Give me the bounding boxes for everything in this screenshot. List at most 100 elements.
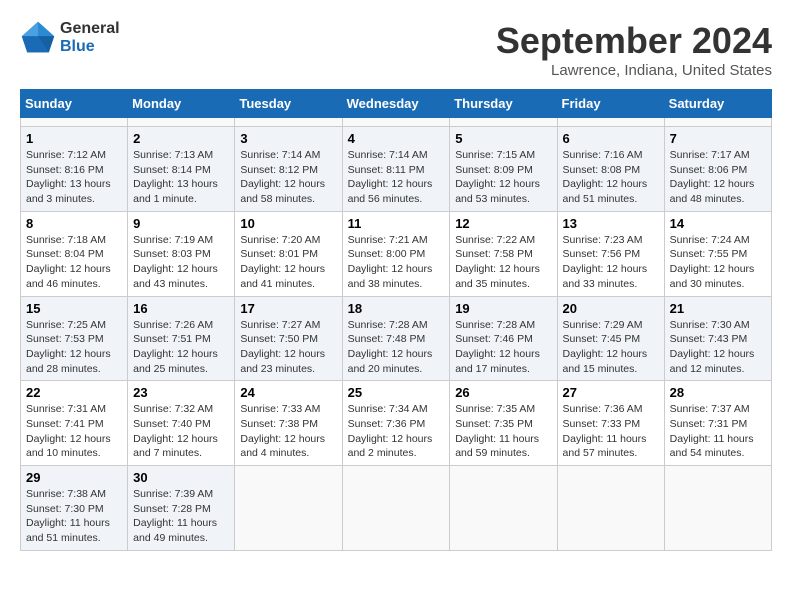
day-info: Sunrise: 7:31 AMSunset: 7:41 PMDaylight:…	[26, 402, 122, 461]
day-info: Sunrise: 7:18 AMSunset: 8:04 PMDaylight:…	[26, 233, 122, 292]
calendar-cell: 13 Sunrise: 7:23 AMSunset: 7:56 PMDayligh…	[557, 211, 664, 296]
day-info: Sunrise: 7:16 AMSunset: 8:08 PMDaylight:…	[563, 148, 659, 207]
day-number: 4	[348, 131, 445, 146]
day-info: Sunrise: 7:20 AMSunset: 8:01 PMDaylight:…	[240, 233, 336, 292]
day-info: Sunrise: 7:25 AMSunset: 7:53 PMDaylight:…	[26, 318, 122, 377]
day-info: Sunrise: 7:24 AMSunset: 7:55 PMDaylight:…	[670, 233, 766, 292]
day-info: Sunrise: 7:39 AMSunset: 7:28 PMDaylight:…	[133, 487, 229, 546]
calendar-cell: 2 Sunrise: 7:13 AMSunset: 8:14 PMDaylight…	[128, 127, 235, 212]
calendar-cell	[128, 118, 235, 127]
day-number: 16	[133, 301, 229, 316]
day-info: Sunrise: 7:12 AMSunset: 8:16 PMDaylight:…	[26, 148, 122, 207]
week-row-3: 8 Sunrise: 7:18 AMSunset: 8:04 PMDaylight…	[21, 211, 772, 296]
day-number: 3	[240, 131, 336, 146]
col-monday: Monday	[128, 90, 235, 118]
day-number: 12	[455, 216, 551, 231]
month-title: September 2024	[496, 20, 772, 62]
calendar-cell	[664, 466, 771, 551]
day-info: Sunrise: 7:34 AMSunset: 7:36 PMDaylight:…	[348, 402, 445, 461]
calendar-cell: 17Sunrise: 7:27 AMSunset: 7:50 PMDayligh…	[235, 296, 342, 381]
calendar-header-row: Sunday Monday Tuesday Wednesday Thursday…	[21, 90, 772, 118]
calendar-cell	[557, 118, 664, 127]
day-info: Sunrise: 7:14 AMSunset: 8:12 PMDaylight:…	[240, 148, 336, 207]
day-number: 24	[240, 385, 336, 400]
day-info: Sunrise: 7:22 AMSunset: 7:58 PMDaylight:…	[455, 233, 551, 292]
day-info: Sunrise: 7:36 AMSunset: 7:33 PMDaylight:…	[563, 402, 659, 461]
week-row-5: 22Sunrise: 7:31 AMSunset: 7:41 PMDayligh…	[21, 381, 772, 466]
calendar-cell: 20 Sunrise: 7:29 AMSunset: 7:45 PMDayligh…	[557, 296, 664, 381]
calendar-cell	[342, 466, 450, 551]
day-number: 10	[240, 216, 336, 231]
day-number: 7	[670, 131, 766, 146]
col-friday: Friday	[557, 90, 664, 118]
day-info: Sunrise: 7:21 AMSunset: 8:00 PMDaylight:…	[348, 233, 445, 292]
calendar-cell: 26 Sunrise: 7:35 AMSunset: 7:35 PMDayligh…	[450, 381, 557, 466]
week-row-4: 15 Sunrise: 7:25 AMSunset: 7:53 PMDayligh…	[21, 296, 772, 381]
day-info: Sunrise: 7:30 AMSunset: 7:43 PMDaylight:…	[670, 318, 766, 377]
col-wednesday: Wednesday	[342, 90, 450, 118]
day-number: 29	[26, 470, 122, 485]
calendar-cell: 24 Sunrise: 7:33 AMSunset: 7:38 PMDayligh…	[235, 381, 342, 466]
calendar-cell: 27Sunrise: 7:36 AMSunset: 7:33 PMDayligh…	[557, 381, 664, 466]
calendar-cell: 23Sunrise: 7:32 AMSunset: 7:40 PMDayligh…	[128, 381, 235, 466]
calendar-cell: 19 Sunrise: 7:28 AMSunset: 7:46 PMDayligh…	[450, 296, 557, 381]
calendar-cell: 25 Sunrise: 7:34 AMSunset: 7:36 PMDayligh…	[342, 381, 450, 466]
week-row-6: 29 Sunrise: 7:38 AMSunset: 7:30 PMDayligh…	[21, 466, 772, 551]
calendar-cell	[664, 118, 771, 127]
day-number: 6	[563, 131, 659, 146]
day-number: 26	[455, 385, 551, 400]
calendar-cell: 3 Sunrise: 7:14 AMSunset: 8:12 PMDaylight…	[235, 127, 342, 212]
day-info: Sunrise: 7:28 AMSunset: 7:48 PMDaylight:…	[348, 318, 445, 377]
day-info: Sunrise: 7:29 AMSunset: 7:45 PMDaylight:…	[563, 318, 659, 377]
calendar-cell: 15 Sunrise: 7:25 AMSunset: 7:53 PMDayligh…	[21, 296, 128, 381]
calendar-cell: 14 Sunrise: 7:24 AMSunset: 7:55 PMDayligh…	[664, 211, 771, 296]
calendar-cell: 16Sunrise: 7:26 AMSunset: 7:51 PMDayligh…	[128, 296, 235, 381]
col-saturday: Saturday	[664, 90, 771, 118]
calendar-cell: 6 Sunrise: 7:16 AMSunset: 8:08 PMDaylight…	[557, 127, 664, 212]
day-number: 17	[240, 301, 336, 316]
day-number: 5	[455, 131, 551, 146]
day-number: 2	[133, 131, 229, 146]
calendar-cell: 28 Sunrise: 7:37 AMSunset: 7:31 PMDayligh…	[664, 381, 771, 466]
day-number: 20	[563, 301, 659, 316]
day-info: Sunrise: 7:28 AMSunset: 7:46 PMDaylight:…	[455, 318, 551, 377]
col-thursday: Thursday	[450, 90, 557, 118]
calendar-cell: 8 Sunrise: 7:18 AMSunset: 8:04 PMDaylight…	[21, 211, 128, 296]
calendar-cell	[450, 466, 557, 551]
day-info: Sunrise: 7:23 AMSunset: 7:56 PMDaylight:…	[563, 233, 659, 292]
logo: General Blue	[20, 20, 120, 56]
calendar-cell: 30 Sunrise: 7:39 AMSunset: 7:28 PMDayligh…	[128, 466, 235, 551]
calendar-cell	[557, 466, 664, 551]
day-info: Sunrise: 7:19 AMSunset: 8:03 PMDaylight:…	[133, 233, 229, 292]
day-number: 28	[670, 385, 766, 400]
day-number: 25	[348, 385, 445, 400]
calendar-cell: 29 Sunrise: 7:38 AMSunset: 7:30 PMDayligh…	[21, 466, 128, 551]
calendar-cell: 21Sunrise: 7:30 AMSunset: 7:43 PMDayligh…	[664, 296, 771, 381]
day-info: Sunrise: 7:13 AMSunset: 8:14 PMDaylight:…	[133, 148, 229, 207]
day-number: 19	[455, 301, 551, 316]
day-info: Sunrise: 7:38 AMSunset: 7:30 PMDaylight:…	[26, 487, 122, 546]
calendar-cell: 9Sunrise: 7:19 AMSunset: 8:03 PMDaylight…	[128, 211, 235, 296]
day-info: Sunrise: 7:35 AMSunset: 7:35 PMDaylight:…	[455, 402, 551, 461]
calendar-cell: 4 Sunrise: 7:14 AMSunset: 8:11 PMDaylight…	[342, 127, 450, 212]
day-number: 15	[26, 301, 122, 316]
day-number: 1	[26, 131, 122, 146]
day-number: 14	[670, 216, 766, 231]
day-info: Sunrise: 7:37 AMSunset: 7:31 PMDaylight:…	[670, 402, 766, 461]
day-info: Sunrise: 7:15 AMSunset: 8:09 PMDaylight:…	[455, 148, 551, 207]
day-number: 11	[348, 216, 445, 231]
day-number: 30	[133, 470, 229, 485]
day-info: Sunrise: 7:14 AMSunset: 8:11 PMDaylight:…	[348, 148, 445, 207]
day-info: Sunrise: 7:33 AMSunset: 7:38 PMDaylight:…	[240, 402, 336, 461]
logo-text: General Blue	[60, 20, 120, 56]
calendar-cell	[342, 118, 450, 127]
week-row-1	[21, 118, 772, 127]
page-container: General Blue September 2024 Lawrence, In…	[20, 20, 772, 551]
calendar-table: Sunday Monday Tuesday Wednesday Thursday…	[20, 89, 772, 551]
calendar-cell: 12 Sunrise: 7:22 AMSunset: 7:58 PMDayligh…	[450, 211, 557, 296]
day-number: 8	[26, 216, 122, 231]
calendar-cell: 11 Sunrise: 7:21 AMSunset: 8:00 PMDayligh…	[342, 211, 450, 296]
calendar-cell: 22Sunrise: 7:31 AMSunset: 7:41 PMDayligh…	[21, 381, 128, 466]
calendar-cell: 5 Sunrise: 7:15 AMSunset: 8:09 PMDaylight…	[450, 127, 557, 212]
day-number: 13	[563, 216, 659, 231]
